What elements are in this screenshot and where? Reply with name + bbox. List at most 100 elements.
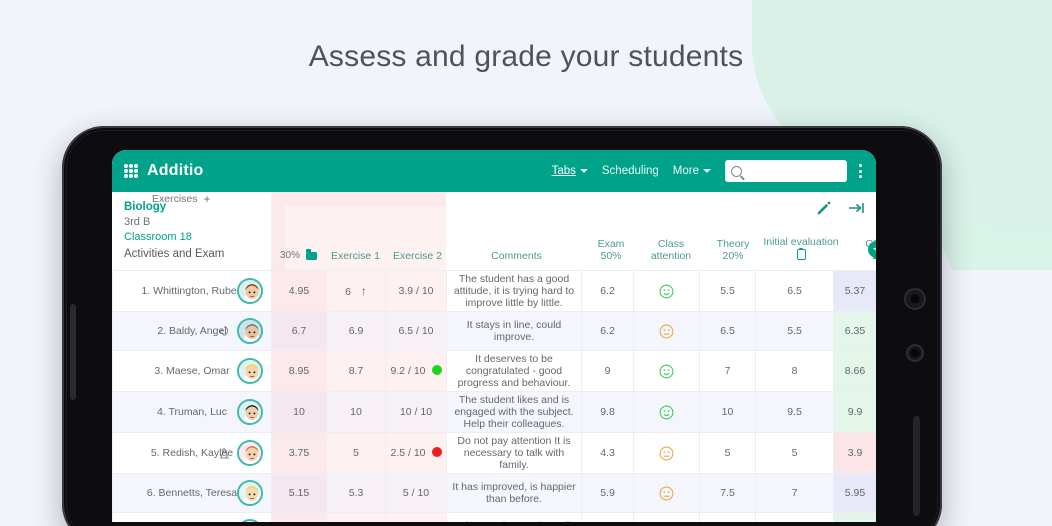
microscope-icon[interactable] — [218, 447, 231, 460]
weighted-average-cell[interactable]: 4.95 — [272, 271, 327, 312]
exercise-2-cell[interactable]: 6.5 / 10 — [386, 312, 447, 351]
exercise-1-cell[interactable]: 6.9 — [327, 312, 386, 351]
table-row[interactable]: 5. Redish, Kaylee3.7552.5 / 10Do not pay… — [113, 433, 877, 474]
gpa-cell[interactable]: 3.9 — [834, 433, 877, 474]
column-header-class-attention[interactable]: Class attention — [638, 238, 704, 262]
class-attention-cell[interactable] — [634, 312, 700, 351]
weighted-average-cell[interactable]: 3.75 — [272, 433, 327, 474]
exercise-2-cell[interactable]: 10 / 10 — [386, 392, 447, 433]
weighted-average-cell[interactable]: 10 — [272, 392, 327, 433]
exercise-1-cell[interactable]: 8.7 — [327, 351, 386, 392]
column-header-exam[interactable]: Exam 50% — [585, 238, 637, 262]
theory-cell[interactable]: 7.5 — [700, 474, 756, 513]
pencil-icon[interactable] — [816, 200, 832, 216]
student-name-cell[interactable]: 2. Baldy, Angel — [113, 312, 272, 351]
search-box[interactable] — [725, 160, 847, 182]
nav-item-more[interactable]: More — [673, 165, 711, 177]
theory-cell[interactable]: 7 — [700, 351, 756, 392]
theory-cell[interactable]: 5.5 — [700, 271, 756, 312]
column-header-exercise-2[interactable]: Exercise 2 — [388, 250, 447, 262]
student-name-cell[interactable]: 5. Redish, Kaylee — [113, 433, 272, 474]
theory-cell[interactable]: 8 — [700, 513, 756, 523]
student-name-cell[interactable]: 7. Bought, Mattie — [113, 513, 272, 523]
class-attention-cell[interactable] — [634, 351, 700, 392]
comment-cell[interactable]: The student likes and is engaged with th… — [447, 392, 582, 433]
initial-evaluation-cell[interactable]: 5 — [756, 433, 834, 474]
avatar[interactable] — [237, 358, 263, 384]
exercise-2-cell[interactable]: 9.2 / 10 — [386, 351, 447, 392]
class-attention-cell[interactable] — [634, 474, 700, 513]
initial-evaluation-cell[interactable]: 6.5 — [756, 271, 834, 312]
exercise-1-cell[interactable]: 6.9 — [327, 513, 386, 523]
avatar[interactable] — [237, 519, 263, 522]
column-header-initial-evaluation[interactable]: Initial evaluation — [762, 236, 840, 262]
gpa-cell[interactable]: 5.37 — [834, 271, 877, 312]
comment-cell[interactable]: It stays in line, could improve. — [447, 312, 582, 351]
comment-cell[interactable]: It has improved, is happier than before. — [447, 474, 582, 513]
gpa-cell[interactable]: 9.9 — [834, 392, 877, 433]
comment-cell[interactable]: It deserves to be congratulated - good p… — [447, 351, 582, 392]
hand-icon[interactable] — [218, 325, 231, 338]
avatar[interactable] — [237, 278, 263, 304]
exercise-1-cell[interactable]: 5 — [327, 433, 386, 474]
kebab-menu-icon[interactable] — [855, 160, 866, 182]
avatar[interactable] — [237, 399, 263, 425]
initial-evaluation-cell[interactable]: 8 — [756, 513, 834, 523]
nav-item-scheduling[interactable]: Scheduling — [602, 165, 659, 177]
table-row[interactable]: 6. Bennetts, Teresa5.155.35 / 10It has i… — [113, 474, 877, 513]
exercise-2-cell[interactable]: 3.9 / 10 — [386, 271, 447, 312]
weighted-average-cell[interactable]: 5.15 — [272, 474, 327, 513]
weighted-average-cell[interactable]: 6.95 — [272, 513, 327, 523]
gpa-cell[interactable]: 6.95 — [834, 513, 877, 523]
initial-evaluation-cell[interactable]: 8 — [756, 351, 834, 392]
comment-cell[interactable]: It is attentive, works well and — [447, 513, 582, 523]
comment-cell[interactable]: The student has a good attitude, it is t… — [447, 271, 582, 312]
column-header-comments[interactable]: Comments — [449, 250, 584, 262]
student-name-cell[interactable]: 6. Bennetts, Teresa — [113, 474, 272, 513]
student-name-cell[interactable]: 4. Truman, Luc — [113, 392, 272, 433]
exercise-2-cell[interactable]: 5 / 10 — [386, 474, 447, 513]
gpa-cell[interactable]: 8.66 — [834, 351, 877, 392]
exam-cell[interactable]: 9 — [582, 351, 634, 392]
add-exercise-icon[interactable]: + — [204, 192, 211, 206]
exam-cell[interactable]: 6.5 — [582, 513, 634, 523]
exam-cell[interactable]: 4.3 — [582, 433, 634, 474]
column-header-theory[interactable]: Theory 20% — [705, 238, 761, 262]
class-attention-cell[interactable] — [634, 433, 700, 474]
nav-item-tabs[interactable]: Tabs — [552, 165, 588, 177]
exercise-1-cell[interactable]: 10 — [327, 392, 386, 433]
table-row[interactable]: 7. Bought, Mattie6.956.97 / 10It is atte… — [113, 513, 877, 523]
table-row[interactable]: 1. Whittington, Ruben4.956↑3.9 / 10The s… — [113, 271, 877, 312]
table-row[interactable]: 3. Maese, Omar8.958.79.2 / 10It deserves… — [113, 351, 877, 392]
weighted-average-cell[interactable]: 6.7 — [272, 312, 327, 351]
initial-evaluation-cell[interactable]: 7 — [756, 474, 834, 513]
initial-evaluation-cell[interactable]: 9.5 — [756, 392, 834, 433]
table-row[interactable]: 4. Truman, Luc101010 / 10The student lik… — [113, 392, 877, 433]
theory-cell[interactable]: 5 — [700, 433, 756, 474]
exam-cell[interactable]: 9.8 — [582, 392, 634, 433]
class-attention-cell[interactable] — [634, 392, 700, 433]
weighted-average-cell[interactable]: 8.95 — [272, 351, 327, 392]
gpa-cell[interactable]: 5.95 — [834, 474, 877, 513]
class-attention-cell[interactable] — [634, 513, 700, 523]
exercise-2-cell[interactable]: 2.5 / 10 — [386, 433, 447, 474]
apps-grid-icon[interactable] — [124, 164, 138, 178]
initial-evaluation-cell[interactable]: 5.5 — [756, 312, 834, 351]
exercise-2-cell[interactable]: 7 / 10 — [386, 513, 447, 523]
exercise-1-cell[interactable]: 6↑ — [327, 271, 386, 312]
exam-cell[interactable]: 6.2 — [582, 312, 634, 351]
exercise-1-cell[interactable]: 5.3 — [327, 474, 386, 513]
student-name-cell[interactable]: 1. Whittington, Ruben — [113, 271, 272, 312]
theory-cell[interactable]: 10 — [700, 392, 756, 433]
column-header-exercise-1[interactable]: Exercise 1 — [326, 250, 385, 262]
exam-cell[interactable]: 5.9 — [582, 474, 634, 513]
avatar[interactable] — [237, 480, 263, 506]
class-attention-cell[interactable] — [634, 271, 700, 312]
exam-cell[interactable]: 6.2 — [582, 271, 634, 312]
table-row[interactable]: 2. Baldy, Angel6.76.96.5 / 10It stays in… — [113, 312, 877, 351]
avatar[interactable] — [237, 318, 263, 344]
theory-cell[interactable]: 6.5 — [700, 312, 756, 351]
arrow-to-bar-icon[interactable] — [848, 200, 866, 216]
avatar[interactable] — [237, 440, 263, 466]
comment-cell[interactable]: Do not pay attention It is necessary to … — [447, 433, 582, 474]
